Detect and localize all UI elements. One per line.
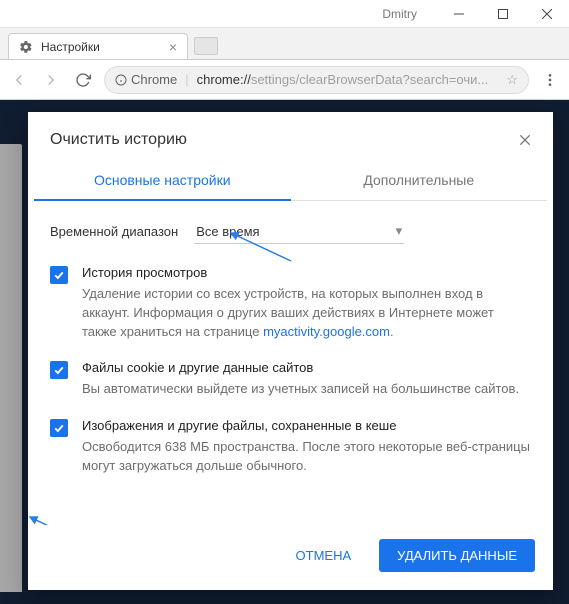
time-range-value: Все время xyxy=(196,224,259,239)
checkbox-cached[interactable] xyxy=(50,419,68,437)
dialog-tabs: Основные настройки Дополнительные xyxy=(34,162,547,201)
gear-icon xyxy=(19,40,33,54)
browser-tab-title: Настройки xyxy=(41,40,161,54)
new-tab-button[interactable] xyxy=(194,37,218,55)
option-title: Изображения и другие файлы, сохраненные … xyxy=(82,417,531,436)
clear-browsing-data-dialog: Очистить историю Основные настройки Допо… xyxy=(28,112,553,590)
option-browsing-history: История просмотров Удаление истории со в… xyxy=(50,264,531,341)
window-close-button[interactable] xyxy=(525,0,569,28)
checkbox-cookies[interactable] xyxy=(50,361,68,379)
nav-reload-button[interactable] xyxy=(72,69,94,91)
tab-advanced[interactable]: Дополнительные xyxy=(291,162,548,200)
checkbox-browsing-history[interactable] xyxy=(50,266,68,284)
dialog-footer: ОТМЕНА УДАЛИТЬ ДАННЫЕ xyxy=(28,525,553,590)
dialog-close-button[interactable] xyxy=(515,130,535,150)
tab-close-icon[interactable]: × xyxy=(169,39,177,55)
time-range-select[interactable]: Все время ▾ xyxy=(194,219,404,244)
nav-back-button[interactable] xyxy=(8,69,30,91)
option-cached: Изображения и другие файлы, сохраненные … xyxy=(50,417,531,476)
option-title: История просмотров xyxy=(82,264,531,283)
url-text: chrome://settings/clearBrowserData?searc… xyxy=(197,72,499,87)
option-title: Файлы cookie и другие данные сайтов xyxy=(82,359,519,378)
window-minimize-button[interactable] xyxy=(437,0,481,28)
option-cookies: Файлы cookie и другие данные сайтов Вы а… xyxy=(50,359,531,399)
option-desc: Освободится 638 МБ пространства. После э… xyxy=(82,438,531,476)
browser-tab[interactable]: Настройки × xyxy=(8,33,188,59)
browser-menu-button[interactable] xyxy=(539,72,561,88)
browser-toolbar: Chrome | chrome://settings/clearBrowserD… xyxy=(0,60,569,100)
secure-label: Chrome xyxy=(131,72,177,87)
clear-data-button[interactable]: УДАЛИТЬ ДАННЫЕ xyxy=(379,539,535,572)
page-content: Очистить историю Основные настройки Допо… xyxy=(0,100,569,604)
bookmark-star-icon[interactable]: ☆ xyxy=(506,72,518,88)
window-titlebar: Dmitry xyxy=(0,0,569,28)
myactivity-link[interactable]: myactivity.google.com xyxy=(263,324,390,339)
address-bar[interactable]: Chrome | chrome://settings/clearBrowserD… xyxy=(104,66,529,94)
option-desc: Удаление истории со всех устройств, на к… xyxy=(82,285,531,342)
info-icon xyxy=(115,74,127,86)
browser-tabstrip: Настройки × xyxy=(0,28,569,60)
dialog-title: Очистить историю xyxy=(50,131,515,149)
window-username: Dmitry xyxy=(382,7,417,21)
annotation-arrow xyxy=(28,513,92,525)
time-range-label: Временной диапазон xyxy=(50,224,178,239)
cancel-button[interactable]: ОТМЕНА xyxy=(278,539,370,572)
window-maximize-button[interactable] xyxy=(481,0,525,28)
nav-forward-button[interactable] xyxy=(40,69,62,91)
site-info-button[interactable]: Chrome xyxy=(115,72,177,87)
chevron-down-icon: ▾ xyxy=(396,223,403,239)
tab-basic[interactable]: Основные настройки xyxy=(34,162,291,200)
option-desc: Вы автоматически выйдете из учетных запи… xyxy=(82,380,519,399)
